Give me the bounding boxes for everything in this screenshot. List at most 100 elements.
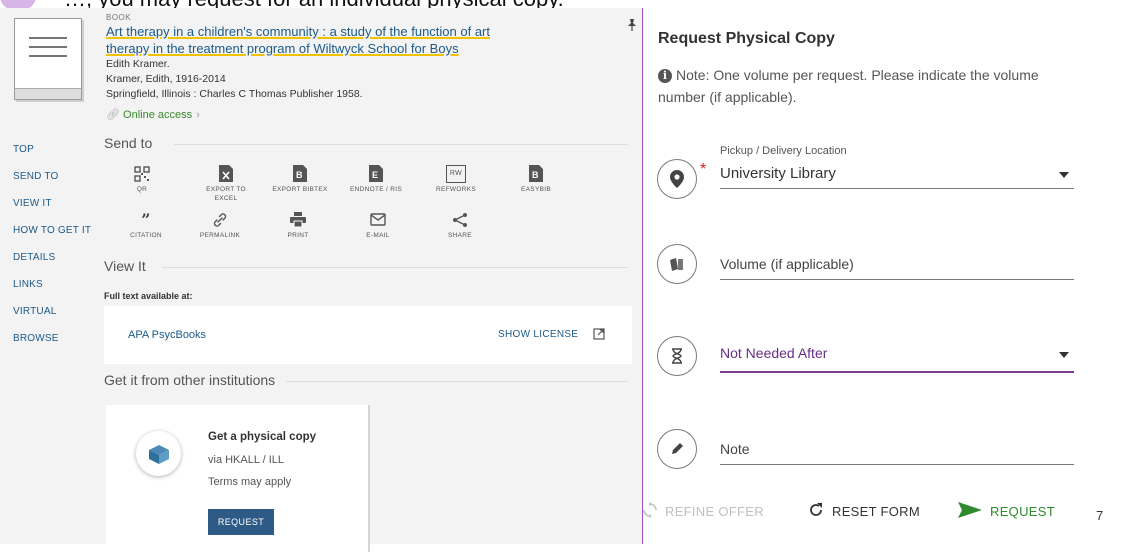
provider-link[interactable]: APA PsycBooks	[128, 329, 206, 341]
pencil-icon	[657, 429, 697, 469]
nav-item-top[interactable]: TOP	[0, 136, 100, 163]
pickup-underline	[720, 188, 1074, 189]
hourglass-icon	[657, 336, 697, 376]
endnote-label: ENDNOTE / RIS	[350, 186, 402, 193]
quote-icon: ”	[141, 210, 151, 229]
volume-underline	[720, 279, 1074, 280]
refine-offer-label: REFINE OFFER	[665, 504, 764, 519]
refresh-icon	[643, 502, 657, 521]
export-excel-action[interactable]: EXPORT TO EXCEL	[194, 165, 258, 203]
other-institutions-heading-text: Get it from other institutions	[104, 372, 276, 388]
excel-icon	[194, 165, 258, 182]
online-access-link[interactable]: 🔗︎ Online access ›	[106, 108, 626, 121]
share-action[interactable]: SHARE	[428, 211, 492, 240]
export-bibtex-action[interactable]: B EXPORT BIBTEX	[268, 165, 332, 194]
refworks-badge: RW	[446, 164, 466, 183]
link-icon	[188, 211, 252, 228]
note-placeholder: Note	[720, 441, 750, 457]
resource-type: BOOK	[106, 13, 132, 22]
pickup-location-label: Pickup / Delivery Location	[720, 145, 847, 157]
section-nav: TOP SEND TO VIEW IT HOW TO GET IT DETAIL…	[0, 136, 100, 344]
volume-placeholder: Volume (if applicable)	[720, 256, 854, 272]
refworks-action[interactable]: RW REFWORKS	[424, 164, 488, 194]
record-title-link[interactable]: Art therapy in a children's community : …	[106, 23, 506, 57]
book-cover-icon	[14, 18, 82, 100]
print-label: PRINT	[287, 232, 309, 239]
other-institutions-heading: Get it from other institutions	[104, 372, 628, 388]
nav-item-how-to-get-it[interactable]: HOW TO GET IT	[0, 217, 100, 244]
easybib-action[interactable]: B EASYBIB	[504, 165, 568, 194]
package-icon	[136, 431, 181, 476]
citation-label: CITATION	[130, 232, 162, 239]
slide-page-number: 7	[1096, 508, 1104, 523]
request-note: i Note: One volume per request. Please in…	[658, 64, 1058, 108]
view-it-heading-text: View It	[104, 258, 146, 274]
email-action[interactable]: E-MAIL	[346, 211, 410, 240]
svg-text:B: B	[296, 170, 303, 180]
note-underline	[720, 464, 1074, 465]
export-excel-label: EXPORT TO EXCEL	[206, 186, 246, 202]
send-to-heading-text: Send to	[104, 135, 153, 151]
pickup-location-value: University Library	[720, 165, 836, 182]
nav-item-links[interactable]: LINKS	[0, 271, 100, 298]
reset-form-label: RESET FORM	[832, 504, 920, 519]
nav-item-send-to[interactable]: SEND TO	[0, 163, 100, 190]
nav-item-details[interactable]: DETAILS	[0, 244, 100, 271]
record-author-dates: Kramer, Edith, 1916-2014	[106, 73, 226, 85]
chevron-down-icon	[1059, 172, 1069, 178]
show-license-link[interactable]: SHOW LICENSE	[498, 329, 578, 340]
share-label: SHARE	[448, 232, 472, 239]
refworks-icon: RW	[424, 164, 488, 183]
pin-icon[interactable]	[627, 18, 637, 36]
permalink-label: PERMALINK	[199, 232, 241, 239]
citation-action[interactable]: ” CITATION	[114, 211, 178, 240]
card-request-button[interactable]: REQUEST	[208, 509, 274, 535]
send-to-heading: Send to	[104, 135, 628, 151]
easybib-icon: B	[504, 165, 568, 182]
not-needed-after-underline	[720, 371, 1074, 373]
pickup-location-field[interactable]: * Pickup / Delivery Location University …	[657, 145, 1077, 209]
easybib-label: EASYBIB	[521, 186, 551, 193]
link-icon: 🔗︎	[106, 109, 120, 121]
nav-item-virtual-browse[interactable]: VIRTUAL BROWSE	[0, 298, 100, 344]
required-asterisk: *	[700, 161, 707, 178]
reset-icon	[808, 502, 824, 521]
endnote-action[interactable]: E ENDNOTE / RIS	[344, 165, 408, 194]
record-summary: BOOK Art therapy in a children's communi…	[106, 13, 626, 121]
print-action[interactable]: PRINT	[266, 211, 330, 240]
external-link-icon[interactable]	[593, 327, 605, 345]
svg-text:E: E	[372, 170, 378, 180]
card-title: Get a physical copy	[208, 431, 317, 443]
location-pin-icon	[657, 159, 697, 199]
record-details-panel: BOOK Art therapy in a children's communi…	[0, 8, 642, 552]
online-access-label: Online access	[123, 109, 193, 121]
note-field[interactable]: Note	[657, 429, 1077, 479]
qr-action[interactable]: QR	[110, 165, 174, 194]
request-button[interactable]: REQUEST	[958, 502, 1055, 521]
refine-offer-button[interactable]: REFINE OFFER	[643, 502, 764, 521]
fulltext-provider-row: APA PsycBooks SHOW LICENSE	[104, 306, 632, 364]
volume-field[interactable]: Volume (if applicable)	[657, 244, 1077, 294]
share-icon	[428, 211, 492, 228]
reset-form-button[interactable]: RESET FORM	[808, 502, 920, 521]
books-icon	[657, 244, 697, 284]
request-form-panel: Request Physical Copy i Note: One volume …	[642, 8, 1124, 544]
request-form-title: Request Physical Copy	[658, 30, 835, 47]
endnote-icon: E	[344, 165, 408, 182]
chevron-down-icon	[1059, 352, 1069, 358]
request-label: REQUEST	[990, 504, 1055, 519]
nav-item-view-it[interactable]: VIEW IT	[0, 190, 100, 217]
permalink-action[interactable]: PERMALINK	[188, 211, 252, 240]
card-terms: Terms may apply	[208, 476, 292, 488]
refworks-label: REFWORKS	[436, 186, 476, 193]
not-needed-after-field[interactable]: Not Needed After	[657, 336, 1077, 386]
not-needed-after-value: Not Needed After	[720, 345, 828, 361]
bibtex-icon: B	[268, 165, 332, 182]
email-label: E-MAIL	[366, 232, 390, 239]
send-arrow-icon	[958, 502, 982, 521]
physical-copy-card: Get a physical copy via HKALL / ILL Term…	[106, 405, 368, 552]
svg-text:B: B	[532, 170, 539, 180]
request-note-text: Note: One volume per request. Please ind…	[658, 67, 1039, 105]
chevron-right-icon: ›	[196, 109, 200, 121]
info-icon: i	[658, 69, 672, 83]
